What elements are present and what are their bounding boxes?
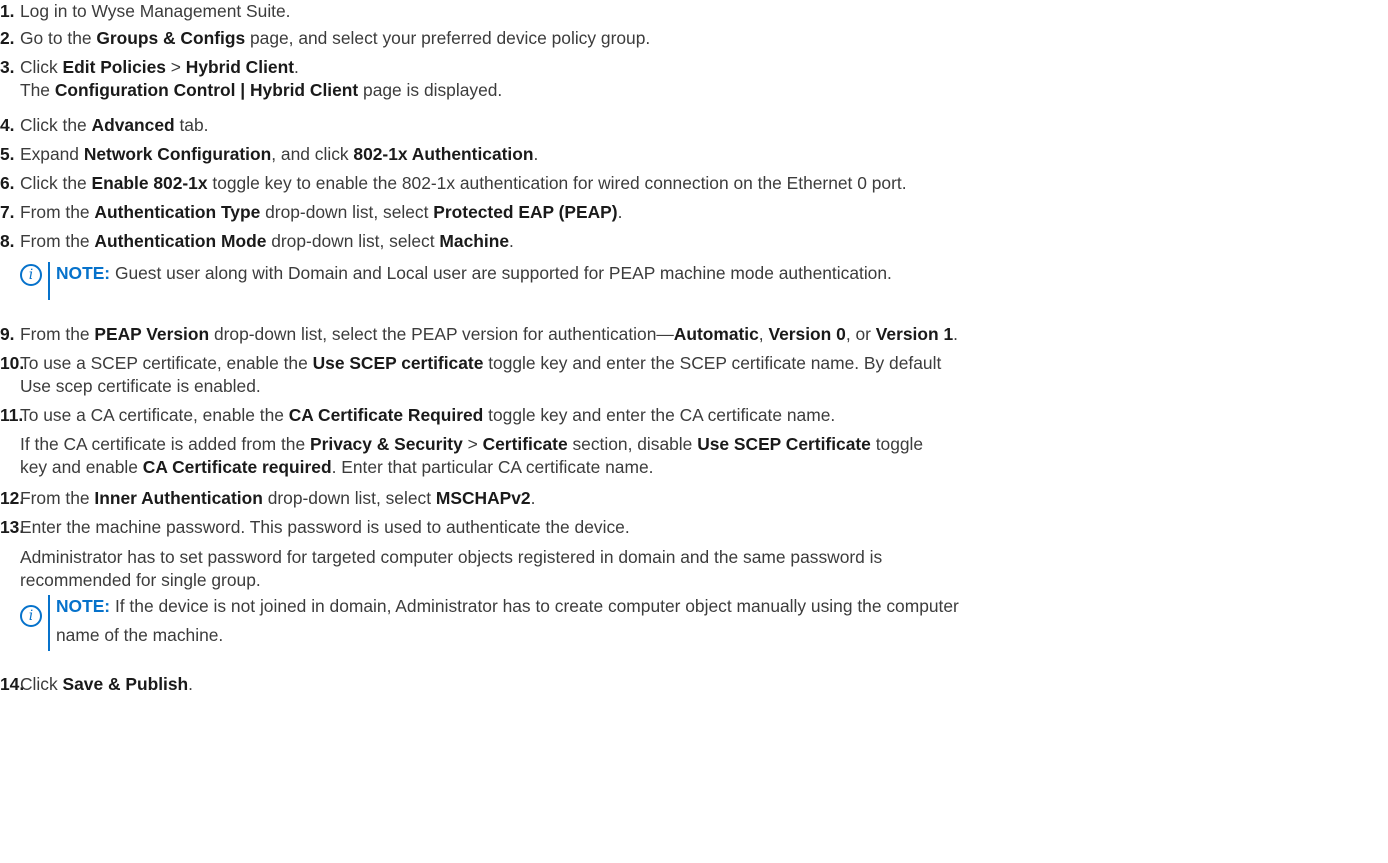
- step-number: 9.: [0, 324, 15, 344]
- step-number: 3.: [0, 57, 15, 77]
- note-bar: [48, 595, 50, 651]
- step-number: 5.: [0, 144, 15, 164]
- step-number: 6.: [0, 173, 15, 193]
- info-icon: i: [20, 605, 42, 627]
- step-number: 4.: [0, 115, 15, 135]
- step-number: 2.: [0, 28, 15, 48]
- step-number: 1.: [0, 1, 15, 21]
- step-number: 7.: [0, 202, 15, 222]
- step-number: 8.: [0, 231, 15, 251]
- info-icon: i: [20, 264, 42, 286]
- note-bar: [48, 262, 50, 300]
